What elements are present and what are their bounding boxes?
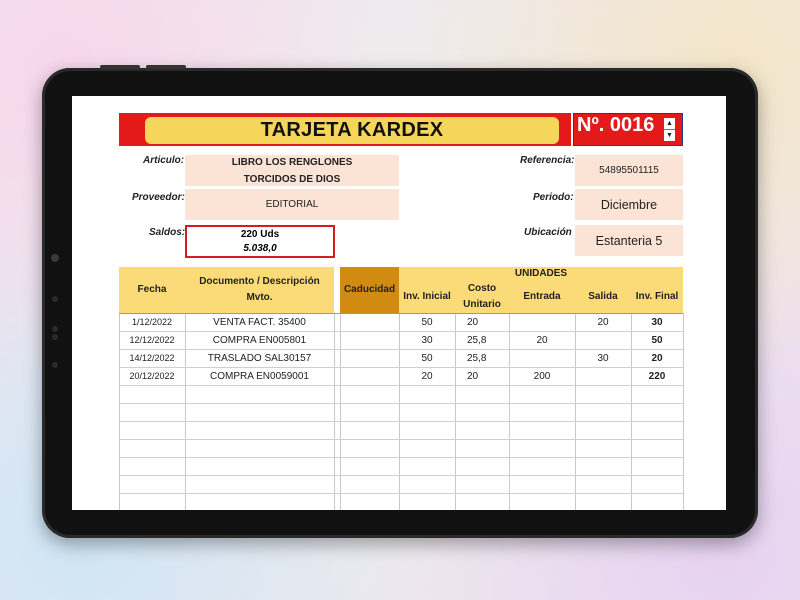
cell-documento[interactable]: COMPRA EN005801 xyxy=(185,331,334,349)
cell-inv-inicial[interactable]: 50 xyxy=(399,313,455,331)
cell-fecha[interactable]: 1/12/2022 xyxy=(119,313,185,331)
card-number: Nº. 0016 xyxy=(577,114,655,136)
cell-documento[interactable]: VENTA FACT. 35400 xyxy=(185,313,334,331)
cell-inv-inicial[interactable]: 20 xyxy=(399,367,455,385)
proveedor-field[interactable]: EDITORIAL xyxy=(185,189,399,220)
table-row[interactable]: 1/12/2022 VENTA FACT. 35400 50 20 20 30 xyxy=(119,313,683,331)
table-row[interactable]: 14/12/2022 TRASLADO SAL30157 50 25,8 30 … xyxy=(119,349,683,367)
periodo-label: Periodo: xyxy=(533,192,574,203)
page-title: TARJETA KARDEX xyxy=(145,117,559,144)
cell-costo[interactable]: 25,8 xyxy=(455,349,509,367)
saldos-field[interactable]: 220 Uds 5.038,0 xyxy=(185,225,335,258)
header-entrada: Entrada xyxy=(509,281,575,313)
cell-entrada[interactable] xyxy=(509,349,575,367)
cell-caducidad[interactable] xyxy=(340,349,399,367)
cell-inv-inicial[interactable]: 30 xyxy=(399,331,455,349)
referencia-value: 54895501115 xyxy=(599,165,659,176)
spinner-up-icon[interactable]: ▲ xyxy=(664,118,675,130)
cell-salida[interactable]: 20 xyxy=(575,313,631,331)
saldos-value: 5.038,0 xyxy=(243,242,277,254)
articulo-line1: LIBRO LOS RENGLONES xyxy=(231,156,353,168)
header-costo-unitario: Costo Unitario xyxy=(455,281,509,313)
camera-icon xyxy=(51,254,59,262)
header-caducidad: Caducidad xyxy=(340,267,399,313)
referencia-label: Referencia: xyxy=(520,155,575,166)
proveedor-value: EDITORIAL xyxy=(265,199,319,210)
periodo-field[interactable]: Diciembre xyxy=(575,189,683,220)
articulo-line2: TORCIDOS DE DIOS xyxy=(243,173,341,185)
ubicacion-label: Ubicación xyxy=(524,227,572,238)
cell-costo[interactable]: 25,8 xyxy=(455,331,509,349)
cell-salida[interactable] xyxy=(575,331,631,349)
cell-salida[interactable]: 30 xyxy=(575,349,631,367)
header-salida: Salida xyxy=(575,281,631,313)
cell-documento[interactable]: COMPRA EN0059001 xyxy=(185,367,334,385)
proveedor-label: Proveedor: xyxy=(132,192,185,203)
spreadsheet-screen: TARJETA KARDEX Nº. 0016 ▲ ▼ Articulo: Pr… xyxy=(72,96,726,510)
sensor-dot xyxy=(52,296,58,302)
cell-entrada[interactable]: 20 xyxy=(509,331,575,349)
tablet-button xyxy=(146,65,186,69)
cell-entrada[interactable] xyxy=(509,313,575,331)
header-unidades: UNIDADES xyxy=(399,267,683,281)
articulo-field[interactable]: LIBRO LOS RENGLONES TORCIDOS DE DIOS xyxy=(185,155,399,186)
cell-fecha[interactable]: 20/12/2022 xyxy=(119,367,185,385)
cell-costo[interactable]: 20 xyxy=(455,313,509,331)
cell-caducidad[interactable] xyxy=(340,367,399,385)
tablet-device: TARJETA KARDEX Nº. 0016 ▲ ▼ Articulo: Pr… xyxy=(42,65,758,538)
sensor-dot xyxy=(52,362,58,368)
header-inv-final: Inv. Final xyxy=(631,281,683,313)
saldos-label: Saldos: xyxy=(149,227,186,238)
cell-documento[interactable]: TRASLADO SAL30157 xyxy=(185,349,334,367)
cell-fecha[interactable]: 14/12/2022 xyxy=(119,349,185,367)
periodo-value: Diciembre xyxy=(600,197,658,212)
cell-inv-final[interactable]: 220 xyxy=(631,367,683,385)
spinner-down-icon[interactable]: ▼ xyxy=(664,130,675,142)
referencia-field[interactable]: 54895501115 xyxy=(575,155,683,186)
cell-costo[interactable]: 20 xyxy=(455,367,509,385)
tablet-button xyxy=(100,65,140,69)
saldos-units: 220 Uds xyxy=(240,228,280,240)
cell-entrada[interactable]: 200 xyxy=(509,367,575,385)
articulo-label: Articulo: xyxy=(143,155,185,166)
cell-inv-inicial[interactable]: 50 xyxy=(399,349,455,367)
header-fecha: Fecha xyxy=(119,267,185,313)
ubicacion-value: Estanteria 5 xyxy=(595,233,663,248)
cell-caducidad[interactable] xyxy=(340,331,399,349)
table-row[interactable]: 20/12/2022 COMPRA EN0059001 20 20 200 22… xyxy=(119,367,683,385)
cell-inv-final[interactable]: 50 xyxy=(631,331,683,349)
cell-caducidad[interactable] xyxy=(340,313,399,331)
cell-inv-final[interactable]: 30 xyxy=(631,313,683,331)
number-spinner[interactable]: ▲ ▼ xyxy=(663,117,676,142)
cell-salida[interactable] xyxy=(575,367,631,385)
ubicacion-field[interactable]: Estanteria 5 xyxy=(575,225,683,256)
table-row[interactable]: 12/12/2022 COMPRA EN005801 30 25,8 20 50 xyxy=(119,331,683,349)
sensor-dot xyxy=(52,334,58,340)
header-inv-inicial: Inv. Inicial xyxy=(399,281,455,313)
sensor-dot xyxy=(52,326,58,332)
cell-fecha[interactable]: 12/12/2022 xyxy=(119,331,185,349)
cell-inv-final[interactable]: 20 xyxy=(631,349,683,367)
header-documento: Documento / Descripción Mvto. xyxy=(185,267,334,313)
